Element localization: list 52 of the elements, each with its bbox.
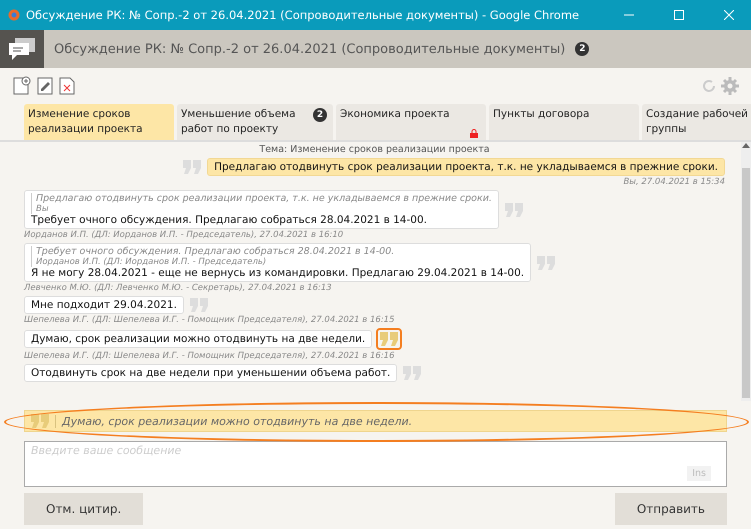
message-meta: Шепелева И.Г. (ДЛ: Шепелева И.Г. - Помощник Председателя), 27.04.2021 в 16:16: [24, 351, 396, 361]
settings-icon[interactable]: [721, 77, 739, 95]
cancel-quote-button[interactable]: Отм. цитир.: [24, 493, 144, 525]
quote-button[interactable]: [376, 328, 402, 350]
message-meta: Вы, 27.04.2021 в 15:34: [622, 177, 725, 187]
quote-icon: [190, 298, 208, 312]
reply-quote-text: Думаю, срок реализации можно отодвинуть на две недели.: [55, 414, 412, 428]
tab[interactable]: Изменение сроков реализации проекта: [24, 104, 174, 140]
scrollbar-thumb[interactable]: [742, 168, 750, 398]
message-meta: Левченко М.Ю. (ДЛ: Левченко М.Ю. - Секретарь), 27.04.2021 в 16:13: [24, 283, 333, 293]
message-text: Мне подходит 29.04.2021.: [31, 299, 177, 311]
quoted-author: Вы: [31, 204, 492, 214]
tab[interactable]: Уменьшение объема работ по проекту 2: [177, 104, 333, 140]
window-title: Обсуждение РК: № Сопр.-2 от 26.04.2021 (Сопроводительные документы) - Google Chrome: [26, 8, 580, 22]
topic-label: Тема: Изменение сроков реализации проекта: [258, 144, 491, 155]
maximize-icon: [674, 10, 684, 20]
quote-icon: [31, 414, 49, 428]
quote-button[interactable]: [535, 254, 558, 272]
quote-button[interactable]: [401, 364, 424, 382]
quote-icon: [504, 202, 523, 216]
browser-logo-icon: [8, 9, 20, 21]
refresh-icon[interactable]: [701, 78, 717, 94]
message-text: Думаю, срок реализации можно отодвинуть на две недели.: [31, 333, 366, 345]
quote-icon: [403, 366, 422, 380]
quoted-text: Требует очного обсуждения. Предлагаю собраться 28.04.2021 в 14-00.: [31, 246, 524, 257]
chat-icon: [0, 30, 44, 68]
tab[interactable]: Пункты договора: [489, 104, 639, 140]
add-document-icon[interactable]: [12, 76, 32, 96]
quoted-text: Предлагаю отодвинуть срок реализации проекта, т.к. не укладываемся в прежние сроки.: [31, 193, 492, 204]
message-text: Требует очного обсуждения. Предлагаю собраться 28.04.2021 в 14-00.: [31, 214, 428, 226]
discussion-title: Обсуждение РК: № Сопр.-2 от 26.04.2021 (Сопроводительные документы): [54, 42, 566, 56]
message-meta: Шепелева И.Г. (ДЛ: Шепелева И.Г. - Помощник Председателя), 27.04.2021 в 16:15: [24, 315, 396, 325]
quote-icon: [183, 160, 202, 174]
message-text: Отодвинуть срок на две недели при уменьшении объема работ.: [31, 367, 390, 379]
quote-icon: [537, 256, 556, 270]
quote-icon: [380, 332, 398, 346]
message-text: Предлагаю отодвинуть срок реализации проекта, т.к. не укладываемся в прежние сроки.: [214, 161, 718, 173]
quote-button[interactable]: [502, 200, 525, 218]
count-badge: 2: [313, 108, 327, 122]
quote-button[interactable]: [188, 296, 210, 314]
close-icon: [724, 10, 734, 20]
quote-button[interactable]: [181, 158, 204, 176]
scroll-up-icon[interactable]: [742, 142, 750, 148]
message-text: Я не могу 28.04.2021 - еще не вернусь из командировки. Предлагаю 29.04.2021 в 14-00.: [31, 267, 524, 279]
edit-document-icon[interactable]: [36, 76, 54, 96]
send-button[interactable]: Отправить: [614, 493, 727, 525]
quoted-author: Иорданов И.П. (ДЛ: Иорданов И.П. - Председатель): [31, 257, 524, 267]
tab[interactable]: Экономика проекта: [336, 104, 486, 140]
delete-document-icon[interactable]: [58, 76, 76, 96]
message-meta: Иорданов И.П. (ДЛ: Иорданов И.П. - Председатель), 27.04.2021 в 16:10: [24, 230, 344, 240]
count-badge: 2: [575, 42, 590, 56]
tab[interactable]: Создание рабочей группы: [642, 104, 751, 140]
